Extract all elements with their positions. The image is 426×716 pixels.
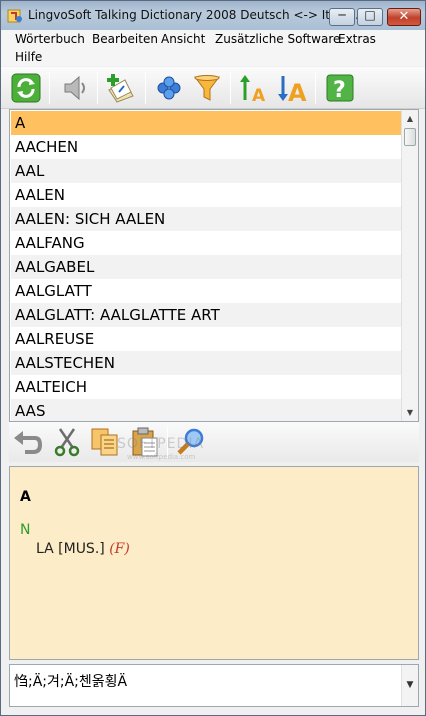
- word-list-item[interactable]: AALFANG: [11, 231, 401, 255]
- toolbar-separator: [315, 72, 316, 104]
- part-of-speech: N: [20, 522, 31, 538]
- article-pane: A N LA [MUS.] (F): [9, 466, 419, 660]
- word-list-item[interactable]: AAS: [11, 399, 401, 421]
- scroll-thumb[interactable]: [404, 128, 416, 146]
- menu-extras[interactable]: Extras: [338, 32, 376, 46]
- minimize-button[interactable]: ─: [329, 8, 355, 26]
- title-bar[interactable]: LingvoSoft Talking Dictionary 2008 Deuts…: [1, 1, 425, 30]
- filter-icon[interactable]: [191, 72, 223, 104]
- word-list-item[interactable]: AALSTECHEN: [11, 351, 401, 375]
- word-list-item[interactable]: AALTEICH: [11, 375, 401, 399]
- toolbar-separator: [49, 72, 50, 104]
- word-list-item[interactable]: AALGLATT: [11, 279, 401, 303]
- app-icon: [7, 9, 22, 23]
- app-window: LingvoSoft Talking Dictionary 2008 Deuts…: [0, 0, 426, 716]
- word-list-item[interactable]: AALGLATT: AALGLATTE ART: [11, 303, 401, 327]
- maximize-icon: □: [364, 8, 376, 22]
- scroll-up-icon[interactable]: ▲: [402, 110, 418, 127]
- maximize-button[interactable]: □: [357, 8, 383, 26]
- add-word-icon[interactable]: [105, 72, 137, 104]
- word-list-scrollbar[interactable]: ▲ ▼: [401, 110, 418, 421]
- svg-text:?: ?: [333, 78, 346, 103]
- word-list-item[interactable]: AALEN: SICH AALEN: [11, 207, 401, 231]
- window-title: LingvoSoft Talking Dictionary 2008 Deuts…: [28, 8, 363, 22]
- svg-text:A: A: [252, 86, 266, 104]
- menu-zusaetzliche-software[interactable]: Zusätzliche Software: [215, 32, 340, 46]
- menu-bearbeiten[interactable]: Bearbeiten: [92, 32, 158, 46]
- cut-icon[interactable]: [51, 426, 83, 458]
- flip-icon[interactable]: [153, 72, 185, 104]
- menu-ansicht[interactable]: Ansicht: [161, 32, 205, 46]
- toolbar-separator: [97, 72, 98, 104]
- word-list-item[interactable]: AALREUSE: [11, 327, 401, 351]
- gender-marker: (F): [109, 541, 130, 557]
- speaker-icon[interactable]: [59, 72, 91, 104]
- refresh-icon[interactable]: [10, 72, 42, 104]
- word-list[interactable]: A AACHEN AAL AALEN AALEN: SICH AALEN AAL…: [9, 109, 419, 422]
- scroll-down-icon[interactable]: ▼: [402, 404, 418, 421]
- edit-toolbar: SOFTPEDIA www.softpedia.com: [9, 422, 419, 462]
- close-icon: ✕: [398, 9, 410, 24]
- word-list-item-selected[interactable]: A: [11, 111, 401, 135]
- watermark: SOFTPEDIA: [117, 436, 205, 452]
- svg-text:A: A: [288, 79, 307, 104]
- search-input[interactable]: 㤘;Ä;겨;Ä;첸옭횡Ä ▼: [9, 664, 419, 707]
- word-list-item[interactable]: AACHEN: [11, 135, 401, 159]
- sort-descending-icon[interactable]: A: [276, 72, 308, 104]
- word-list-item[interactable]: AAL: [11, 159, 401, 183]
- menu-woerterbuch[interactable]: Wörterbuch: [15, 32, 85, 46]
- menu-bar: Wörterbuch Bearbeiten Ansicht Zusätzlich…: [1, 30, 425, 66]
- word-list-item[interactable]: AALGABEL: [11, 255, 401, 279]
- close-button[interactable]: ✕: [387, 8, 421, 26]
- help-icon[interactable]: ?: [324, 72, 356, 104]
- undo-icon[interactable]: [11, 426, 43, 458]
- menu-hilfe[interactable]: Hilfe: [15, 50, 42, 64]
- toolbar-separator: [230, 72, 231, 104]
- article-headword: A: [20, 489, 31, 505]
- translation-text: LA [MUS.]: [36, 541, 105, 557]
- translation-line: LA [MUS.] (F): [36, 541, 130, 557]
- sort-ascending-icon[interactable]: A: [238, 72, 270, 104]
- main-toolbar: A A ?: [1, 67, 425, 109]
- dropdown-arrow-icon[interactable]: ▼: [401, 665, 418, 706]
- word-list-item[interactable]: AALEN: [11, 183, 401, 207]
- search-input-value[interactable]: 㤘;Ä;겨;Ä;첸옭횡Ä: [14, 671, 127, 691]
- watermark-sub: www.softpedia.com: [127, 453, 196, 461]
- minimize-icon: ─: [338, 8, 346, 22]
- toolbar-separator: [145, 72, 146, 104]
